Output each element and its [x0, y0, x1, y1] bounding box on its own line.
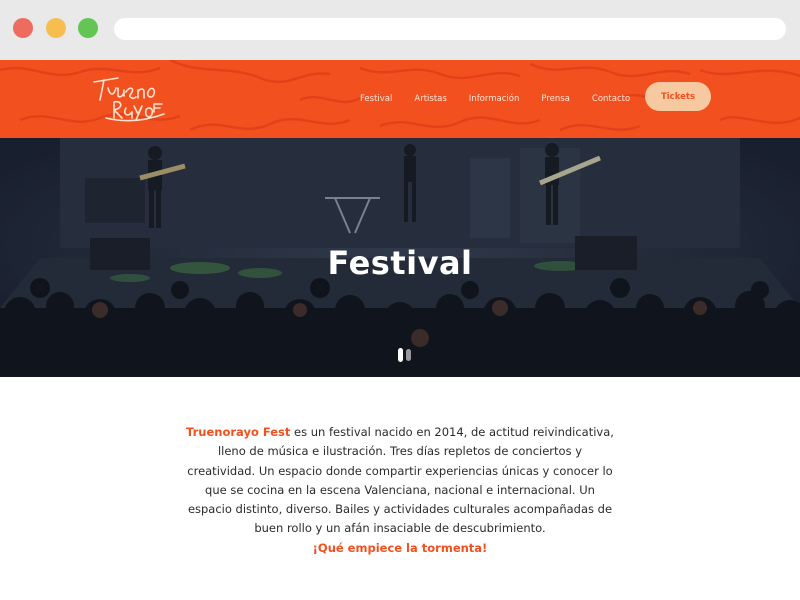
window-minimize-button[interactable]: [46, 18, 66, 38]
hero-slider-dots: [396, 347, 416, 363]
slider-dot-1[interactable]: [398, 348, 403, 362]
slider-dot-2[interactable]: [406, 349, 411, 361]
intro-cta-text: ¡Qué empiece la tormenta!: [312, 540, 488, 555]
nav-informacion[interactable]: Información: [469, 94, 520, 104]
nav-artistas[interactable]: Artistas: [414, 94, 446, 104]
window-maximize-button[interactable]: [78, 18, 98, 38]
browser-chrome: [0, 0, 800, 60]
trueno-rayo-logo-icon: [93, 77, 165, 122]
address-bar[interactable]: [114, 18, 786, 40]
window-close-button[interactable]: [13, 18, 33, 38]
intro-brand-name: Truenorayo Fest: [186, 425, 291, 439]
tickets-button[interactable]: Tickets: [645, 82, 711, 111]
main-nav: Festival Artistas Información Prensa Con…: [360, 60, 630, 138]
nav-prensa[interactable]: Prensa: [541, 94, 570, 104]
nav-contacto[interactable]: Contacto: [592, 94, 630, 104]
nav-festival[interactable]: Festival: [360, 94, 392, 104]
site-logo[interactable]: [92, 74, 172, 122]
intro-body-text: es un festival nacido en 2014, de actitu…: [187, 425, 614, 536]
hero-title: Festival: [327, 244, 473, 282]
festival-intro: Truenorayo Fest es un festival nacido en…: [185, 423, 615, 558]
